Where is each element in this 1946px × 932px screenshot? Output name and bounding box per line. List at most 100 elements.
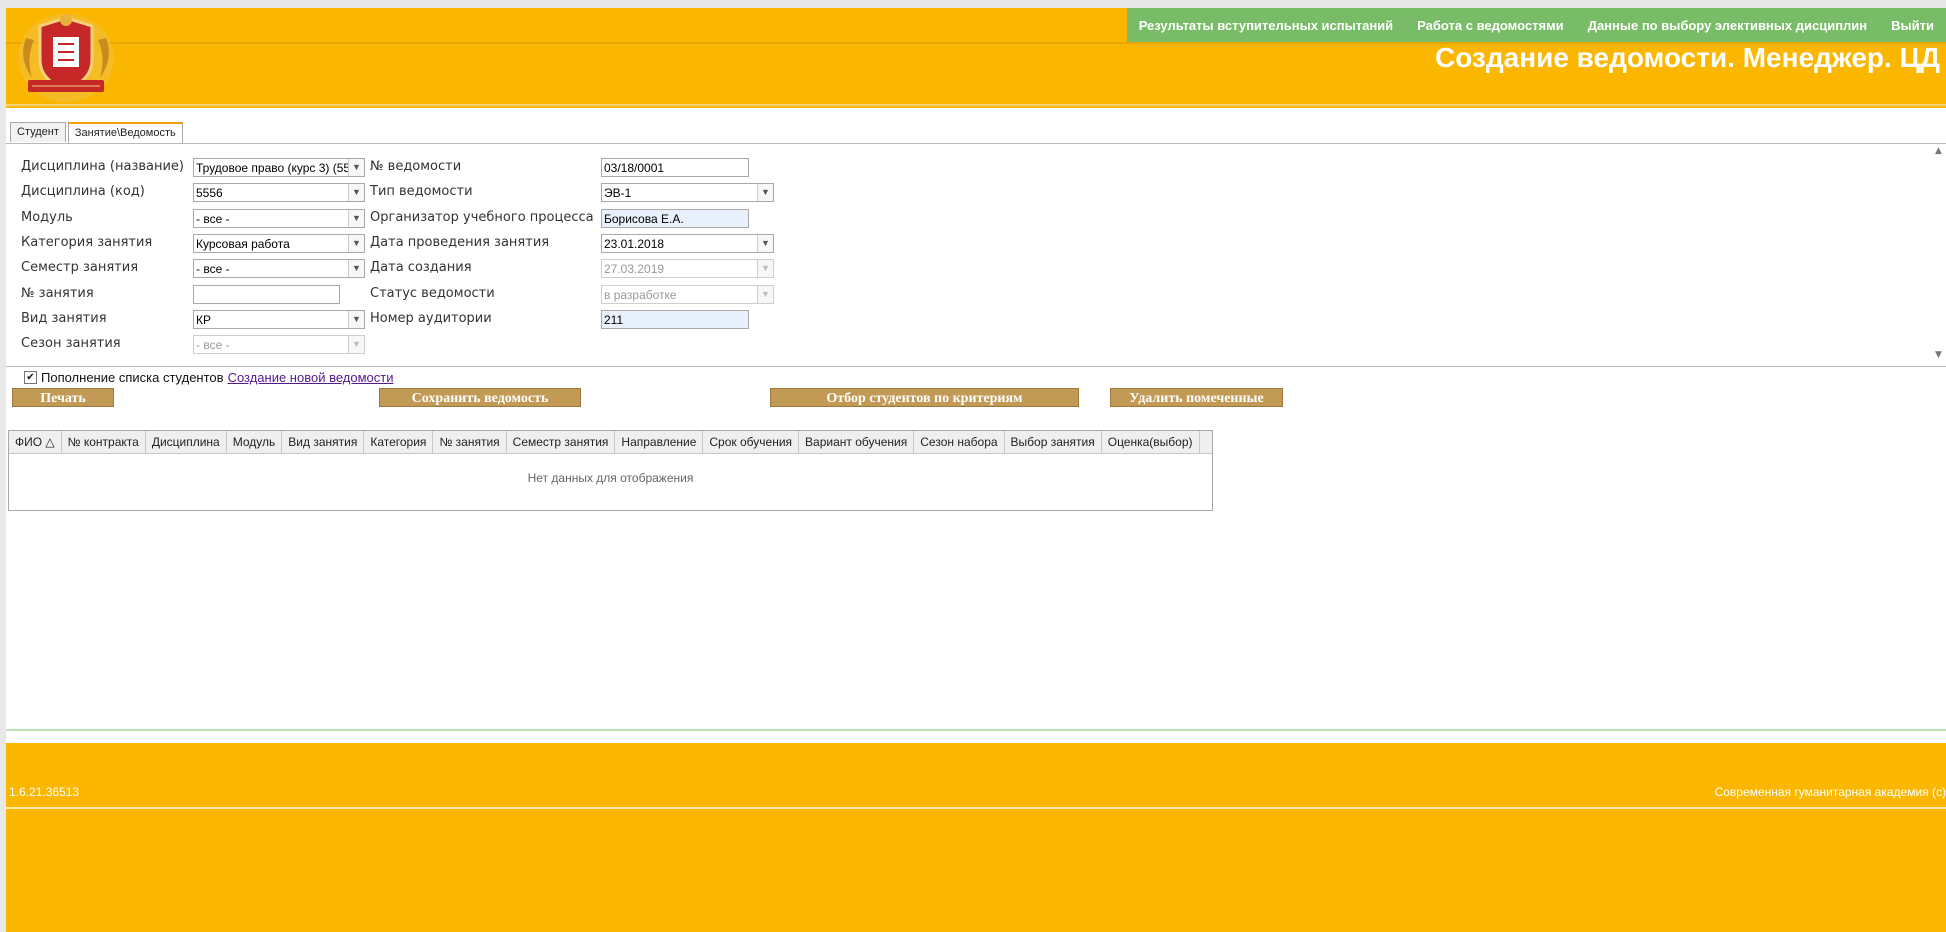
lesson-type-value: КР: [196, 313, 211, 327]
tab-bar: Студент Занятие\Ведомость: [10, 122, 185, 144]
room-number-input[interactable]: 211: [601, 310, 749, 329]
replenish-checkbox[interactable]: ✔: [24, 371, 37, 384]
sheet-number-value: 03/18/0001: [604, 161, 665, 175]
room-number-label: Номер аудитории: [370, 311, 492, 326]
column-header[interactable]: Семестр занятия: [507, 431, 616, 453]
tab-student[interactable]: Студент: [10, 122, 66, 142]
form-scrollbar[interactable]: ▲ ▼: [1932, 144, 1946, 364]
lesson-category-label: Категория занятия: [21, 235, 153, 250]
lesson-number-label: № занятия: [21, 286, 94, 301]
grid-header: ФИО △ № контракта Дисциплина Модуль Вид …: [9, 431, 1212, 454]
discipline-name-label: Дисциплина (название): [21, 159, 185, 174]
nav-item-exam-results[interactable]: Результаты вступительных испытаний: [1127, 18, 1405, 33]
lesson-season-value: - все -: [196, 338, 230, 352]
sheet-number-input[interactable]: 03/18/0001: [601, 158, 749, 177]
column-header[interactable]: ФИО △: [9, 431, 62, 453]
lesson-type-select[interactable]: КР ▼: [193, 310, 365, 329]
nav-item-logout[interactable]: Выйти: [1879, 18, 1946, 33]
chevron-down-icon[interactable]: ▼: [348, 260, 364, 277]
replenish-label: Пополнение списка студентов: [41, 370, 224, 385]
lesson-number-input[interactable]: [193, 285, 340, 304]
print-button[interactable]: Печать: [12, 388, 114, 407]
create-new-sheet-link[interactable]: Создание новой ведомости: [228, 370, 394, 385]
header-divider: [6, 104, 1946, 106]
sheet-status-value: в разработке: [604, 288, 677, 302]
lesson-type-label: Вид занятия: [21, 311, 107, 326]
grid-empty-message: Нет данных для отображения: [527, 471, 694, 485]
lesson-date-value: 23.01.2018: [604, 237, 665, 251]
organizer-value: Борисова Е.А.: [604, 212, 684, 226]
scroll-up-icon[interactable]: ▲: [1935, 146, 1942, 156]
column-header[interactable]: Срок обучения: [703, 431, 800, 453]
select-students-button[interactable]: Отбор студентов по критериям: [770, 388, 1079, 407]
nav-item-elective-data[interactable]: Данные по выбору элективных дисциплин: [1576, 18, 1879, 33]
top-nav: Результаты вступительных испытаний Работ…: [1126, 8, 1946, 42]
sheet-type-value: ЭВ-1: [604, 186, 632, 200]
sheet-status-select: в разработке ▼: [601, 285, 774, 304]
chevron-down-icon: ▼: [348, 336, 364, 353]
chevron-down-icon: ▼: [757, 260, 773, 277]
sheet-type-label: Тип ведомости: [370, 184, 473, 199]
column-header[interactable]: Дисциплина: [146, 431, 227, 453]
nav-item-sheets[interactable]: Работа с ведомостями: [1405, 18, 1576, 33]
discipline-code-select[interactable]: 5556 ▼: [193, 183, 365, 202]
lesson-date-label: Дата проведения занятия: [370, 235, 550, 250]
tab-lesson-sheet[interactable]: Занятие\Ведомость: [67, 122, 183, 144]
column-header[interactable]: Вариант обучения: [799, 431, 915, 453]
column-header[interactable]: № контракта: [62, 431, 146, 453]
app-version: 1.6.21.36513: [9, 785, 80, 799]
column-header[interactable]: Сезон набора: [914, 431, 1005, 453]
discipline-code-label: Дисциплина (код): [21, 184, 145, 199]
page-title: Создание ведомости. Менеджер. ЦД: [1434, 42, 1940, 73]
header: Результаты вступительных испытаний Работ…: [6, 8, 1946, 108]
sheet-number-label: № ведомости: [370, 159, 462, 174]
sheet-status-label: Статус ведомости: [370, 286, 495, 301]
module-label: Модуль: [21, 210, 73, 225]
chevron-down-icon[interactable]: ▼: [348, 210, 364, 227]
column-header[interactable]: Выбор занятия: [1005, 431, 1102, 453]
save-sheet-button[interactable]: Сохранить ведомость: [379, 388, 581, 407]
created-date-label: Дата создания: [370, 260, 472, 275]
column-header[interactable]: № занятия: [433, 431, 507, 453]
app-frame: Результаты вступительных испытаний Работ…: [6, 8, 1946, 932]
delete-marked-button[interactable]: Удалить помеченные: [1110, 388, 1283, 407]
footer-separator: [6, 807, 1946, 809]
footer-divider: [6, 729, 1946, 731]
academy-logo-icon[interactable]: [12, 8, 120, 108]
students-grid: ФИО △ № контракта Дисциплина Модуль Вид …: [8, 430, 1213, 511]
chevron-down-icon[interactable]: ▼: [757, 235, 773, 252]
chevron-down-icon[interactable]: ▼: [348, 311, 364, 328]
created-date-value: 27.03.2019: [604, 262, 665, 276]
column-header[interactable]: Категория: [364, 431, 434, 453]
lesson-semester-value: - все -: [196, 262, 230, 276]
room-number-value: 211: [604, 313, 624, 327]
column-header[interactable]: Модуль: [227, 431, 283, 453]
copyright-text: Современная гуманитарная академия (c): [1714, 785, 1946, 799]
chevron-down-icon[interactable]: ▼: [348, 159, 364, 176]
lesson-semester-label: Семестр занятия: [21, 260, 139, 275]
chevron-down-icon: ▼: [757, 286, 773, 303]
sheet-type-select[interactable]: ЭВ-1 ▼: [601, 183, 774, 202]
lesson-category-value: Курсовая работа: [196, 237, 290, 251]
chevron-down-icon[interactable]: ▼: [348, 184, 364, 201]
module-select[interactable]: - все - ▼: [193, 209, 365, 228]
lesson-date-picker[interactable]: 23.01.2018 ▼: [601, 234, 774, 253]
discipline-name-select[interactable]: Трудовое право (курс 3) (5556) ▼: [193, 158, 365, 177]
scroll-down-icon[interactable]: ▼: [1935, 350, 1942, 360]
lesson-category-select[interactable]: Курсовая работа ▼: [193, 234, 365, 253]
module-value: - все -: [196, 212, 230, 226]
discipline-name-value: Трудовое право (курс 3) (5556): [196, 161, 365, 175]
organizer-input[interactable]: Борисова Е.А.: [601, 209, 749, 228]
created-date-picker: 27.03.2019 ▼: [601, 259, 774, 278]
lesson-season-label: Сезон занятия: [21, 336, 121, 351]
column-header[interactable]: Вид занятия: [282, 431, 365, 453]
column-header[interactable]: Оценка(выбор): [1102, 431, 1200, 453]
column-header[interactable]: Направление: [615, 431, 704, 453]
lesson-semester-select[interactable]: - все - ▼: [193, 259, 365, 278]
organizer-label: Организатор учебного процесса: [370, 210, 594, 225]
chevron-down-icon[interactable]: ▼: [757, 184, 773, 201]
replenish-row: ✔ Пополнение списка студентов Создание н…: [24, 370, 393, 385]
chevron-down-icon[interactable]: ▼: [348, 235, 364, 252]
footer: 1.6.21.36513 Современная гуманитарная ак…: [6, 743, 1946, 932]
sheet-form-panel: Дисциплина (название) Дисциплина (код) М…: [6, 143, 1946, 367]
